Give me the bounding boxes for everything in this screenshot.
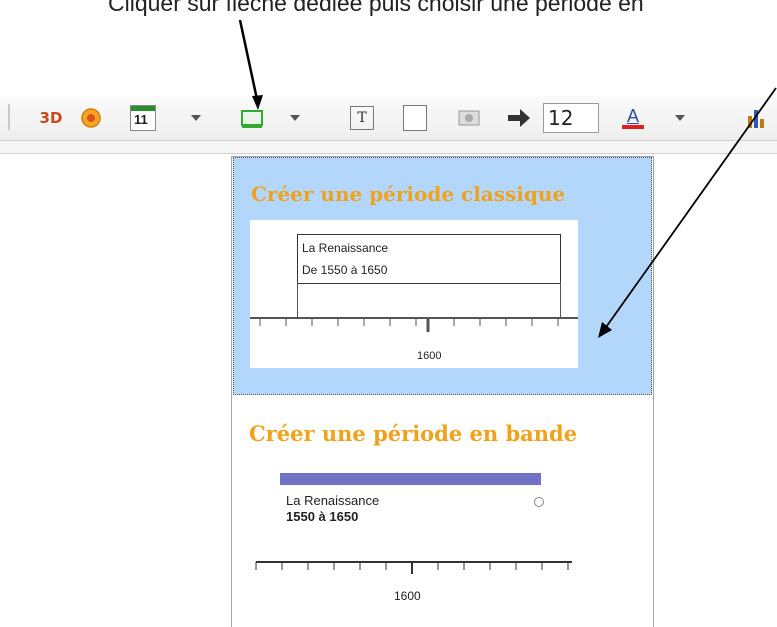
3d-icon: 3D [39,109,63,127]
arrow-right-icon [508,109,530,127]
frame-button[interactable] [400,102,430,134]
classic-period-preview: La Renaissance De 1550 à 1650 1600 [250,220,578,368]
band-period-title: Créer une période en bande [249,421,578,446]
band-axis-label: 1600 [394,589,421,603]
band-preview-axis [255,561,572,574]
font-color-icon: A [622,107,644,129]
chevron-down-icon [191,115,201,121]
calendar-button[interactable]: 11 [128,102,158,134]
classic-axis-label: 1600 [417,350,442,362]
period-dropdown-menu: Créer une période classique La Renaissan… [231,156,654,627]
band-period-range: 1550 à 1650 [286,509,359,524]
frame-icon [403,105,427,131]
option-classic-period[interactable]: Créer une période classique La Renaissan… [233,157,652,395]
font-size-value: 12 [548,106,574,130]
chart-button[interactable] [742,102,772,134]
font-size-field-wrap: 12 [541,102,601,134]
3d-button[interactable]: 3D [36,102,66,134]
font-size-input[interactable]: 12 [543,103,599,133]
toolbar-separator [8,104,10,130]
text-box-icon: T [350,106,374,130]
band-period-bar [280,473,541,485]
text-box-button[interactable]: T [347,102,377,134]
image-icon [458,110,480,126]
band-period-name: La Renaissance [286,493,380,508]
chevron-down-icon [290,115,300,121]
calendar-icon: 11 [130,105,156,131]
font-color-button[interactable]: A [619,102,647,134]
font-color-swatch [622,125,644,129]
band-handle-icon [534,497,544,507]
orange-globe-icon [81,108,101,128]
document-ruler [0,141,777,154]
calendar-day: 11 [134,112,148,127]
classic-period-title: Créer une période classique [251,182,566,206]
period-icon [241,110,263,128]
text-box-letter: T [357,110,367,126]
calendar-dropdown-arrow[interactable] [188,102,204,134]
arrow-to-period-button [238,19,260,105]
period-dropdown-arrow[interactable] [287,102,303,134]
classic-preview-axis [250,317,578,332]
arrow-button[interactable] [504,102,534,134]
font-color-dropdown-arrow[interactable] [672,102,688,134]
instruction-text: Cliquer sur flèche dédiée puis choisir u… [108,0,644,16]
chevron-down-icon [675,115,685,121]
toolbar: 3D 11 T 12 A [0,96,777,141]
image-button[interactable] [454,102,484,134]
font-color-letter: A [626,106,639,126]
chart-icon [748,110,764,128]
globe-button[interactable] [78,102,104,134]
period-button[interactable] [237,102,267,134]
